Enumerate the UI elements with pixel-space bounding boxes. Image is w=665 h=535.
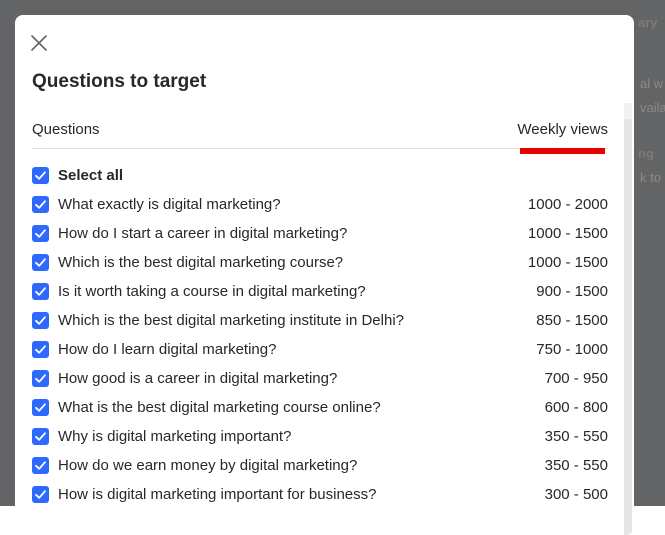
question-checkbox[interactable]	[32, 254, 49, 271]
weekly-views-value: 350 - 550	[544, 428, 608, 445]
checkmark-icon	[35, 316, 46, 325]
close-button[interactable]	[28, 32, 50, 54]
question-text[interactable]: How do I start a career in digital marke…	[58, 225, 528, 242]
checkmark-icon	[35, 345, 46, 354]
question-checkbox[interactable]	[32, 370, 49, 387]
question-text[interactable]: How do I learn digital marketing?	[58, 341, 536, 358]
weekly-views-value: 1000 - 1500	[527, 254, 608, 271]
background-text: ary	[638, 15, 658, 30]
weekly-views-value: 350 - 550	[544, 457, 608, 474]
background-text: vaila	[640, 100, 665, 115]
checkmark-icon	[35, 287, 46, 296]
question-checkbox[interactable]	[32, 399, 49, 416]
checkmark-icon	[35, 403, 46, 412]
checkmark-icon	[35, 200, 46, 209]
question-row[interactable]: Which is the best digital marketing cour…	[32, 248, 608, 277]
question-row[interactable]: What exactly is digital marketing? 1000 …	[32, 190, 608, 219]
checkmark-icon	[35, 432, 46, 441]
questions-to-target-modal: Questions to target Questions Weekly vie…	[15, 15, 634, 535]
highlight-underline	[520, 148, 605, 154]
modal-title: Questions to target	[32, 71, 207, 92]
questions-column-header: Questions	[32, 121, 100, 138]
question-checkbox[interactable]	[32, 196, 49, 213]
question-row[interactable]: How do I start a career in digital marke…	[32, 219, 608, 248]
question-text[interactable]: What exactly is digital marketing?	[58, 196, 528, 213]
question-text[interactable]: Is it worth taking a course in digital m…	[58, 283, 536, 300]
question-text[interactable]: Which is the best digital marketing cour…	[58, 254, 528, 271]
question-row[interactable]: How is digital marketing important for b…	[32, 480, 608, 509]
weekly-views-value: 700 - 950	[544, 370, 608, 387]
question-row[interactable]: How good is a career in digital marketin…	[32, 364, 608, 393]
background-text: ng	[638, 146, 654, 161]
close-icon[interactable]	[28, 32, 50, 54]
background-text: al w	[640, 76, 664, 91]
select-all-label[interactable]: Select all	[58, 167, 608, 184]
weekly-views-column-header: Weekly views	[517, 121, 608, 138]
question-checkbox[interactable]	[32, 225, 49, 242]
question-row[interactable]: What is the best digital marketing cours…	[32, 393, 608, 422]
question-text[interactable]: Why is digital marketing important?	[58, 428, 545, 445]
question-checkbox[interactable]	[32, 428, 49, 445]
weekly-views-value: 300 - 500	[544, 486, 608, 503]
question-row[interactable]: How do we earn money by digital marketin…	[32, 451, 608, 480]
checkmark-icon	[35, 490, 46, 499]
checkmark-icon	[35, 374, 46, 383]
question-checkbox[interactable]	[32, 312, 49, 329]
checkmark-icon	[35, 171, 46, 180]
weekly-views-value: 750 - 1000	[536, 341, 608, 358]
select-all-checkbox[interactable]	[32, 167, 49, 184]
question-row[interactable]: Is it worth taking a course in digital m…	[32, 277, 608, 306]
question-list: Select all What exactly is digital marke…	[32, 161, 608, 509]
question-text[interactable]: How is digital marketing important for b…	[58, 486, 545, 503]
question-checkbox[interactable]	[32, 486, 49, 503]
question-checkbox[interactable]	[32, 457, 49, 474]
question-checkbox[interactable]	[32, 283, 49, 300]
weekly-views-value: 900 - 1500	[536, 283, 608, 300]
question-text[interactable]: How do we earn money by digital marketin…	[58, 457, 545, 474]
select-all-row[interactable]: Select all	[32, 161, 608, 190]
checkmark-icon	[35, 258, 46, 267]
question-row[interactable]: Which is the best digital marketing inst…	[32, 306, 608, 335]
weekly-views-value: 1000 - 1500	[527, 225, 608, 242]
scrollbar-thumb[interactable]	[624, 119, 632, 535]
weekly-views-value: 1000 - 2000	[527, 196, 608, 213]
background-text: k to	[640, 170, 661, 185]
weekly-views-value: 600 - 800	[544, 399, 608, 416]
checkmark-icon	[35, 461, 46, 470]
weekly-views-value: 850 - 1500	[536, 312, 608, 329]
question-row[interactable]: Why is digital marketing important? 350 …	[32, 422, 608, 451]
question-text[interactable]: What is the best digital marketing cours…	[58, 399, 545, 416]
question-checkbox[interactable]	[32, 341, 49, 358]
question-text[interactable]: How good is a career in digital marketin…	[58, 370, 545, 387]
question-text[interactable]: Which is the best digital marketing inst…	[58, 312, 536, 329]
question-row[interactable]: How do I learn digital marketing? 750 - …	[32, 335, 608, 364]
checkmark-icon	[35, 229, 46, 238]
